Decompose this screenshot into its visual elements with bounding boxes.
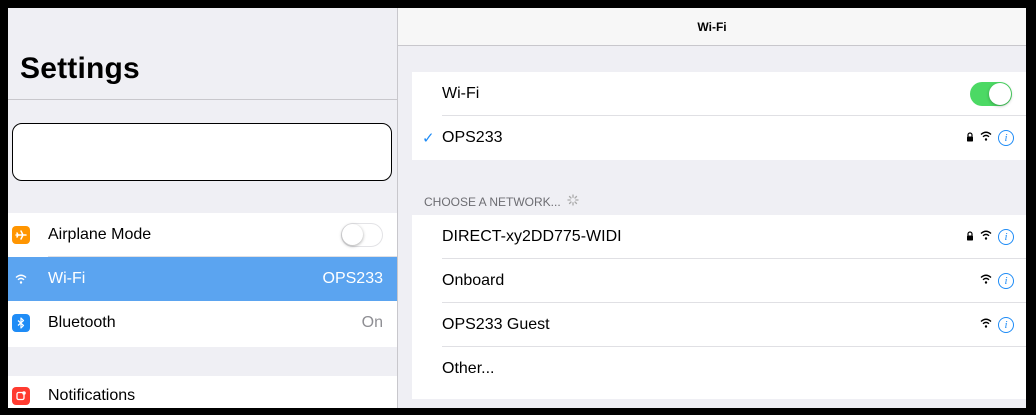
toggle-knob bbox=[989, 83, 1011, 105]
wifi-signal-icon bbox=[980, 316, 992, 334]
sidebar-item-label: Notifications bbox=[48, 387, 136, 404]
sidebar-item-label: Bluetooth bbox=[48, 314, 116, 331]
network-row[interactable]: OPS233 Guest i bbox=[412, 303, 1026, 347]
sidebar-item-airplane-mode[interactable]: Airplane Mode bbox=[8, 213, 397, 257]
airplane-icon bbox=[12, 226, 30, 244]
network-name: OPS233 Guest bbox=[442, 316, 550, 333]
other-network-label: Other... bbox=[442, 360, 495, 377]
connected-network-row[interactable]: ✓ OPS233 i bbox=[412, 116, 1026, 160]
sidebar-item-wifi[interactable]: Wi-Fi OPS233 bbox=[8, 257, 397, 301]
sidebar-item-value: OPS233 bbox=[322, 270, 383, 287]
network-list: DIRECT-xy2DD775-WIDI i Onboard i OPS233 … bbox=[412, 215, 1026, 399]
sidebar-item-label: Wi-Fi bbox=[48, 270, 86, 287]
sidebar-item-label: Airplane Mode bbox=[48, 226, 152, 243]
nav-bar: Wi-Fi bbox=[398, 8, 1026, 46]
sidebar-item-notifications[interactable]: Notifications bbox=[8, 376, 397, 408]
notifications-icon bbox=[12, 387, 30, 405]
wifi-detail-pane: Wi-Fi Wi-Fi ✓ OPS233 i CHOOSE A NETWORK.… bbox=[398, 8, 1026, 408]
other-network-row[interactable]: Other... bbox=[412, 347, 1026, 391]
wifi-signal-icon bbox=[980, 228, 992, 246]
sidebar-item-bluetooth[interactable]: Bluetooth On bbox=[8, 301, 397, 345]
wifi-signal-icon bbox=[980, 129, 992, 147]
lock-icon bbox=[966, 129, 974, 147]
sidebar-item-value: On bbox=[361, 314, 383, 331]
network-status: i bbox=[966, 228, 1014, 246]
nav-title: Wi-Fi bbox=[697, 19, 727, 34]
airplane-mode-toggle[interactable] bbox=[341, 223, 383, 247]
toggle-knob bbox=[342, 224, 363, 245]
wifi-toggle-row: Wi-Fi bbox=[412, 72, 1026, 116]
network-row[interactable]: Onboard i bbox=[412, 259, 1026, 303]
sidebar-group-connectivity: Airplane Mode Wi-Fi OPS233 Bluetooth On bbox=[8, 213, 397, 347]
section-header-label: CHOOSE A NETWORK... bbox=[424, 194, 561, 209]
wifi-icon bbox=[12, 270, 30, 288]
lock-icon bbox=[966, 228, 974, 246]
wifi-row-label: Wi-Fi bbox=[442, 85, 480, 102]
wifi-signal-icon bbox=[980, 272, 992, 290]
sidebar-group-notifications: Notifications bbox=[8, 376, 397, 408]
checkmark-icon: ✓ bbox=[422, 130, 435, 147]
section-header: CHOOSE A NETWORK... bbox=[424, 194, 579, 209]
search-field[interactable] bbox=[12, 123, 392, 181]
wifi-toggle-card: Wi-Fi ✓ OPS233 i bbox=[412, 72, 1026, 160]
info-icon[interactable]: i bbox=[998, 317, 1014, 333]
wifi-toggle[interactable] bbox=[970, 82, 1012, 106]
info-icon[interactable]: i bbox=[998, 130, 1014, 146]
network-status: i bbox=[980, 272, 1014, 290]
screen-frame: Settings Airplane Mode Wi-Fi OPS233 Blue… bbox=[0, 0, 1036, 415]
network-name: Onboard bbox=[442, 272, 505, 289]
page-title: Settings bbox=[20, 52, 140, 85]
settings-sidebar: Settings Airplane Mode Wi-Fi OPS233 Blue… bbox=[8, 8, 398, 408]
info-icon[interactable]: i bbox=[998, 273, 1014, 289]
spinner-icon bbox=[567, 194, 579, 209]
network-status: i bbox=[966, 129, 1014, 147]
divider bbox=[8, 99, 397, 100]
bluetooth-icon bbox=[12, 314, 30, 332]
network-status: i bbox=[980, 316, 1014, 334]
network-name: DIRECT-xy2DD775-WIDI bbox=[442, 228, 622, 245]
info-icon[interactable]: i bbox=[998, 229, 1014, 245]
network-name: OPS233 bbox=[442, 129, 503, 146]
network-row[interactable]: DIRECT-xy2DD775-WIDI i bbox=[412, 215, 1026, 259]
